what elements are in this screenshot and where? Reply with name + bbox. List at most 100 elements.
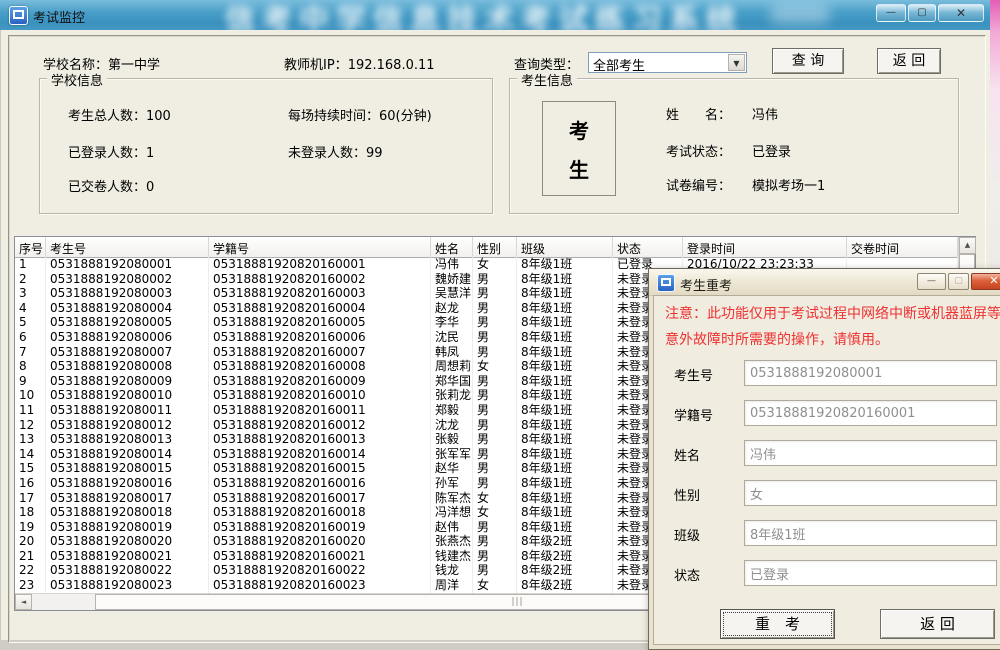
teacher-ip-label: 教师机IP： bbox=[284, 58, 348, 73]
query-type-select[interactable]: 全部考生 ▼ bbox=[588, 52, 747, 73]
table-cell: 05318881920820160014 bbox=[209, 447, 431, 462]
candidate-id-field[interactable] bbox=[744, 360, 997, 386]
column-header[interactable]: 班级 bbox=[517, 237, 613, 257]
table-cell: 赵华 bbox=[431, 461, 473, 476]
table-cell: 郑华国 bbox=[431, 374, 473, 389]
table-cell: 8年级1班 bbox=[517, 257, 613, 272]
teacher-ip: 教师机IP：192.168.0.11 bbox=[284, 54, 435, 73]
table-cell: 赵伟 bbox=[431, 520, 473, 535]
table-cell: 0531888192080011 bbox=[46, 403, 209, 418]
table-cell: 05318881920820160013 bbox=[209, 432, 431, 447]
table-cell: 8年级1班 bbox=[517, 491, 613, 506]
table-cell: 8年级1班 bbox=[517, 461, 613, 476]
table-cell: 0531888192080017 bbox=[46, 491, 209, 506]
table-cell: 男 bbox=[473, 301, 517, 316]
table-cell: 05318881920820160002 bbox=[209, 272, 431, 287]
column-header[interactable]: 姓名 bbox=[431, 237, 473, 257]
table-cell: 韩凤 bbox=[431, 345, 473, 360]
column-header[interactable]: 序号 bbox=[15, 237, 46, 257]
title-bar: 信考中学信息技术考试练习系统 考试监控 — ▢ ✕ bbox=[0, 0, 990, 31]
dialog-content: 注意：此功能仅用于考试过程中网络中断或机器蓝屏等 意外故障时所需要的操作，请慎用… bbox=[653, 295, 1000, 645]
table-cell: 8年级1班 bbox=[517, 286, 613, 301]
student-info-title: 考生信息 bbox=[517, 70, 577, 89]
table-cell: 8年级1班 bbox=[517, 418, 613, 433]
table-cell: 男 bbox=[473, 534, 517, 549]
dialog-back-button[interactable]: 返 回 bbox=[880, 609, 995, 639]
column-header[interactable]: 考生号 bbox=[46, 237, 209, 257]
table-cell: 张毅 bbox=[431, 432, 473, 447]
back-button[interactable]: 返 回 bbox=[877, 48, 941, 74]
warning-text: 注意：此功能仅用于考试过程中网络中断或机器蓝屏等 意外故障时所需要的操作，请慎用… bbox=[665, 301, 1000, 353]
table-cell: 05318881920820160011 bbox=[209, 403, 431, 418]
minimize-icon[interactable]: — bbox=[876, 4, 906, 22]
table-cell: 0531888192080016 bbox=[46, 476, 209, 491]
table-cell: 05318881920820160010 bbox=[209, 388, 431, 403]
table-cell: 1 bbox=[15, 257, 46, 272]
table-cell: 05318881920820160003 bbox=[209, 286, 431, 301]
status-field[interactable] bbox=[744, 560, 997, 586]
close-icon[interactable]: ✕ bbox=[938, 4, 984, 22]
table-cell: 0531888192080010 bbox=[46, 388, 209, 403]
logged-in-count: 已登录人数：1 bbox=[68, 142, 154, 161]
column-header[interactable]: 学籍号 bbox=[209, 237, 431, 257]
table-cell: 05318881920820160020 bbox=[209, 534, 431, 549]
query-button[interactable]: 查 询 bbox=[772, 48, 844, 74]
table-cell: 沈龙 bbox=[431, 418, 473, 433]
table-cell: 冯洋想 bbox=[431, 505, 473, 520]
table-cell: 5 bbox=[15, 315, 46, 330]
column-header[interactable]: 状态 bbox=[613, 237, 683, 257]
table-cell: 男 bbox=[473, 461, 517, 476]
table-cell: 男 bbox=[473, 403, 517, 418]
table-cell: 10 bbox=[15, 388, 46, 403]
table-cell: 0531888192080004 bbox=[46, 301, 209, 316]
table-cell: 7 bbox=[15, 345, 46, 360]
table-cell: 18 bbox=[15, 505, 46, 520]
not-logged-in-count: 未登录人数：99 bbox=[288, 142, 383, 161]
table-cell: 21 bbox=[15, 549, 46, 564]
gender-field[interactable] bbox=[744, 480, 997, 506]
retake-button[interactable]: 重 考 bbox=[720, 609, 835, 639]
dialog-maximize-icon[interactable]: ▢ bbox=[948, 273, 969, 290]
column-header[interactable]: 登录时间 bbox=[683, 237, 847, 257]
table-cell: 男 bbox=[473, 272, 517, 287]
dialog-close-icon[interactable]: ✕ bbox=[971, 273, 1000, 290]
table-cell: 05318881920820160007 bbox=[209, 345, 431, 360]
table-cell: 8年级1班 bbox=[517, 272, 613, 287]
table-cell: 8年级2班 bbox=[517, 563, 613, 578]
table-cell: 周想莉 bbox=[431, 359, 473, 374]
table-cell: 0531888192080001 bbox=[46, 257, 209, 272]
column-header[interactable]: 性别 bbox=[473, 237, 517, 257]
dialog-minimize-icon[interactable]: — bbox=[917, 273, 946, 290]
student-id-field[interactable] bbox=[744, 400, 997, 426]
table-cell: 05318881920820160017 bbox=[209, 491, 431, 506]
field-label-name: 姓名 bbox=[674, 445, 700, 464]
dialog-app-icon bbox=[657, 274, 675, 292]
table-cell: 0531888192080006 bbox=[46, 330, 209, 345]
chevron-down-icon[interactable]: ▼ bbox=[728, 54, 745, 71]
table-cell: 0531888192080002 bbox=[46, 272, 209, 287]
table-cell: 男 bbox=[473, 447, 517, 462]
table-cell: 16 bbox=[15, 476, 46, 491]
class-field[interactable] bbox=[744, 520, 997, 546]
table-cell: 9 bbox=[15, 374, 46, 389]
table-cell: 05318881920820160018 bbox=[209, 505, 431, 520]
scroll-left-icon[interactable]: ◄ bbox=[15, 594, 32, 610]
table-cell: 05318881920820160005 bbox=[209, 315, 431, 330]
table-cell: 冯伟 bbox=[431, 257, 473, 272]
column-header[interactable]: 交卷时间 bbox=[847, 237, 958, 257]
table-cell: 陈军杰 bbox=[431, 491, 473, 506]
table-cell: 赵龙 bbox=[431, 301, 473, 316]
table-cell: 女 bbox=[473, 359, 517, 374]
table-cell: 0531888192080005 bbox=[46, 315, 209, 330]
table-cell: 男 bbox=[473, 374, 517, 389]
table-cell: 0531888192080012 bbox=[46, 418, 209, 433]
table-cell: 男 bbox=[473, 345, 517, 360]
table-cell: 钱龙 bbox=[431, 563, 473, 578]
background-watermark: 信考中学信息技术考试练习系统 bbox=[225, 0, 743, 31]
table-cell: 0531888192080015 bbox=[46, 461, 209, 476]
scroll-up-icon[interactable]: ▲ bbox=[959, 237, 976, 254]
table-cell: 0531888192080021 bbox=[46, 549, 209, 564]
table-cell: 男 bbox=[473, 476, 517, 491]
name-field[interactable] bbox=[744, 440, 997, 466]
maximize-icon[interactable]: ▢ bbox=[908, 4, 936, 22]
